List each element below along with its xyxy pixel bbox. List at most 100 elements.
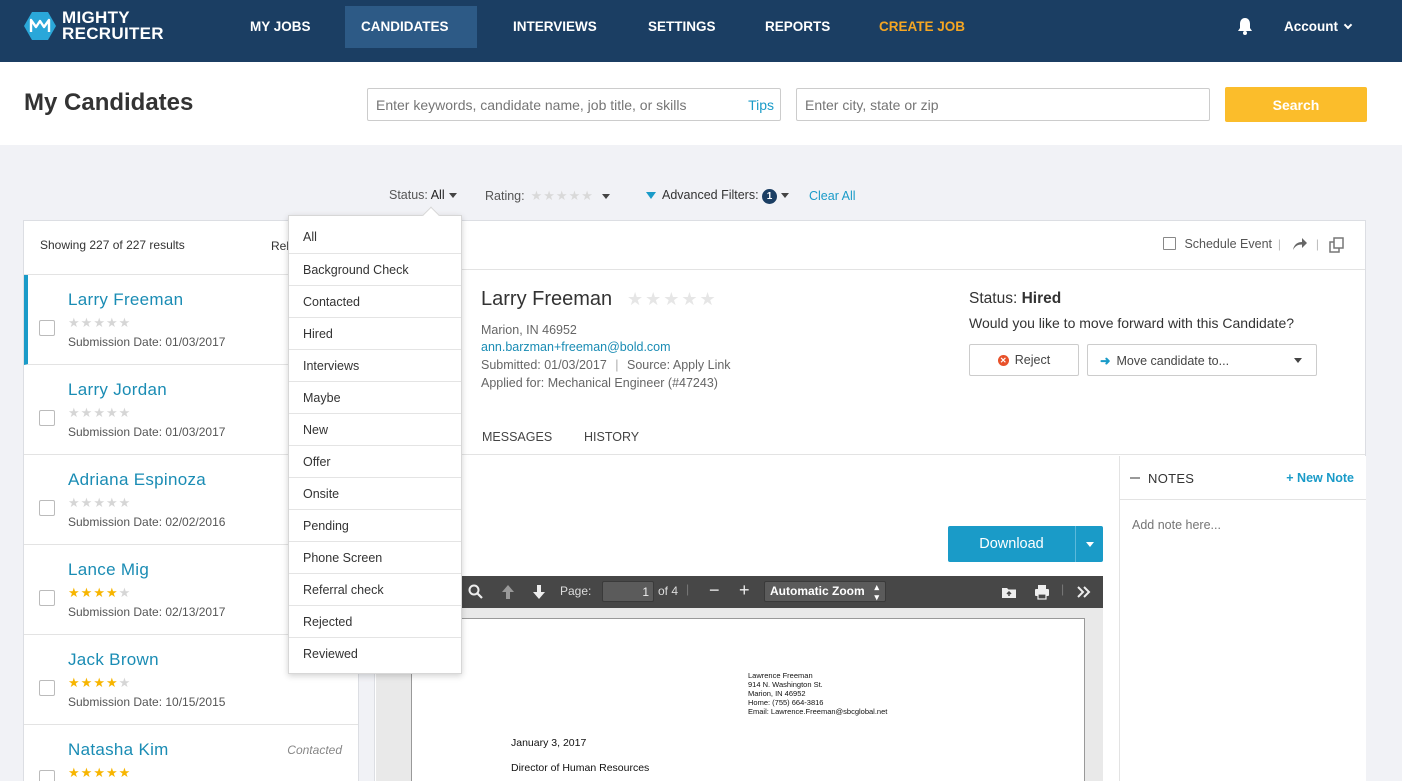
- download-button[interactable]: Download: [948, 526, 1103, 562]
- status-option[interactable]: All: [289, 216, 461, 254]
- search-button[interactable]: Search: [1225, 87, 1367, 122]
- star-icon: ★: [93, 405, 106, 420]
- status-option[interactable]: Offer: [289, 446, 461, 478]
- next-page-icon[interactable]: [530, 583, 548, 601]
- collapse-icon[interactable]: [1130, 477, 1140, 479]
- address-line: Home: (755) 664-3816: [748, 698, 824, 707]
- candidate-name-link[interactable]: Larry Jordan: [68, 380, 167, 400]
- tools-chevron-icon[interactable]: [1075, 583, 1093, 601]
- print-icon[interactable]: [1033, 583, 1051, 601]
- status-filter[interactable]: Status: All: [389, 188, 457, 202]
- reject-button[interactable]: ✕ Reject: [969, 344, 1079, 376]
- star-icon: ★: [80, 675, 94, 690]
- zoom-select[interactable]: Automatic Zoom ▴ ▾: [764, 581, 886, 602]
- address-line: Email: Lawrence.Freeman@sbcglobal.net: [748, 707, 888, 716]
- candidate-rating[interactable]: ★★★★★: [68, 315, 131, 331]
- move-candidate-dropdown[interactable]: ➜ Move candidate to...: [1087, 344, 1317, 376]
- funnel-icon: [646, 192, 656, 200]
- page-count: of 4: [658, 584, 679, 598]
- candidate-row[interactable]: Natasha Kim ★★★★★ Contacted: [24, 725, 358, 781]
- status-option[interactable]: Referral check: [289, 574, 461, 606]
- page-title: My Candidates: [24, 89, 194, 116]
- candidate-email-link[interactable]: ann.barzman+freeman@bold.com: [481, 340, 671, 354]
- advanced-filters[interactable]: Advanced Filters: 1: [646, 188, 790, 204]
- tab-history[interactable]: HISTORY: [584, 430, 639, 444]
- logo[interactable]: MIGHTY RECRUITER: [24, 9, 164, 42]
- status-option[interactable]: Background Check: [289, 254, 461, 286]
- detail-tabs: MESSAGES HISTORY: [375, 421, 1365, 455]
- tab-messages[interactable]: MESSAGES: [482, 430, 552, 444]
- star-icon: ★: [105, 765, 119, 780]
- candidate-name-link[interactable]: Jack Brown: [68, 650, 159, 670]
- nav-settings[interactable]: SETTINGS: [648, 6, 716, 48]
- candidate-rating[interactable]: ★★★★★: [68, 405, 131, 421]
- nav-my-jobs[interactable]: MY JOBS: [250, 6, 311, 48]
- nav-reports[interactable]: REPORTS: [765, 6, 830, 48]
- page-label: Page:: [560, 584, 592, 598]
- clear-all-link[interactable]: Clear All: [809, 189, 856, 203]
- status-option[interactable]: Pending: [289, 510, 461, 542]
- submission-date: Submission Date: 01/03/2017: [68, 335, 226, 349]
- copy-icon[interactable]: [1329, 237, 1345, 253]
- detail-toolbar: Schedule Event | |: [375, 221, 1365, 270]
- rating-filter[interactable]: Rating: ★★★★★: [485, 188, 610, 204]
- new-note-button[interactable]: + New Note: [1286, 471, 1354, 485]
- zoom-out-button[interactable]: −: [709, 580, 720, 601]
- nav-create-job[interactable]: CREATE JOB: [879, 6, 965, 48]
- candidate-name-link[interactable]: Natasha Kim: [68, 740, 169, 760]
- pdf-viewer[interactable]: Lawrence Freeman 914 N. Washington St. M…: [376, 608, 1103, 781]
- status-option[interactable]: New: [289, 414, 461, 446]
- star-icon: ★: [93, 585, 106, 600]
- star-icon: ★: [80, 315, 94, 330]
- download-options-toggle[interactable]: [1076, 526, 1103, 562]
- notes-panel: NOTES + New Note: [1119, 456, 1366, 781]
- reject-x-icon: ✕: [997, 354, 1009, 366]
- star-icon: ★: [105, 585, 119, 600]
- status-option[interactable]: Rejected: [289, 606, 461, 638]
- status-option[interactable]: Onsite: [289, 478, 461, 510]
- star-icon: ★: [93, 675, 106, 690]
- caret-down-icon: [1294, 358, 1302, 363]
- candidate-name-link[interactable]: Larry Freeman: [68, 290, 183, 310]
- candidate-name-link[interactable]: Lance Mig: [68, 560, 149, 580]
- star-icon: ★: [80, 765, 94, 780]
- nav-interviews[interactable]: INTERVIEWS: [513, 6, 597, 48]
- status-option[interactable]: Reviewed: [289, 638, 461, 670]
- note-input[interactable]: [1132, 518, 1352, 532]
- page-number-input[interactable]: [602, 581, 654, 602]
- divider: |: [1061, 582, 1065, 596]
- bell-icon[interactable]: [1237, 17, 1253, 35]
- candidate-rating[interactable]: ★★★★★: [68, 495, 131, 511]
- candidate-checkbox[interactable]: [39, 680, 55, 696]
- nav-candidates[interactable]: CANDIDATES: [345, 6, 477, 72]
- status-option[interactable]: Contacted: [289, 286, 461, 318]
- sort-selector[interactable]: Rel: [271, 239, 289, 253]
- status-option[interactable]: Phone Screen: [289, 542, 461, 574]
- candidate-rating[interactable]: ★★★★★: [68, 585, 131, 601]
- candidate-checkbox[interactable]: [39, 320, 55, 336]
- status-option[interactable]: Hired: [289, 318, 461, 350]
- keyword-search-input[interactable]: [368, 89, 738, 120]
- status-filter-value: All: [430, 188, 445, 202]
- status-option[interactable]: Maybe: [289, 382, 461, 414]
- account-menu[interactable]: Account: [1284, 6, 1353, 48]
- applied-for: Applied for: Mechanical Engineer (#47243…: [481, 376, 718, 390]
- candidate-email-row: ann.barzman+freeman@bold.com: [481, 340, 671, 354]
- schedule-event-button[interactable]: Schedule Event: [1163, 237, 1272, 251]
- share-icon[interactable]: [1292, 237, 1308, 251]
- candidate-checkbox[interactable]: [39, 590, 55, 606]
- candidate-rating[interactable]: ★★★★★: [68, 765, 131, 781]
- zoom-in-button[interactable]: +: [739, 580, 750, 601]
- previous-page-icon[interactable]: [499, 583, 517, 601]
- status-option[interactable]: Interviews: [289, 350, 461, 382]
- location-search-input[interactable]: [797, 89, 1209, 120]
- candidate-rating-stars[interactable]: ★★★★★: [627, 289, 718, 310]
- candidate-rating[interactable]: ★★★★★: [68, 675, 131, 691]
- candidate-checkbox[interactable]: [39, 410, 55, 426]
- candidate-checkbox[interactable]: [39, 770, 55, 781]
- candidate-checkbox[interactable]: [39, 500, 55, 516]
- search-icon[interactable]: [467, 583, 485, 601]
- tips-link[interactable]: Tips: [748, 97, 774, 113]
- candidate-name-link[interactable]: Adriana Espinoza: [68, 470, 206, 490]
- open-file-icon[interactable]: [1000, 583, 1018, 601]
